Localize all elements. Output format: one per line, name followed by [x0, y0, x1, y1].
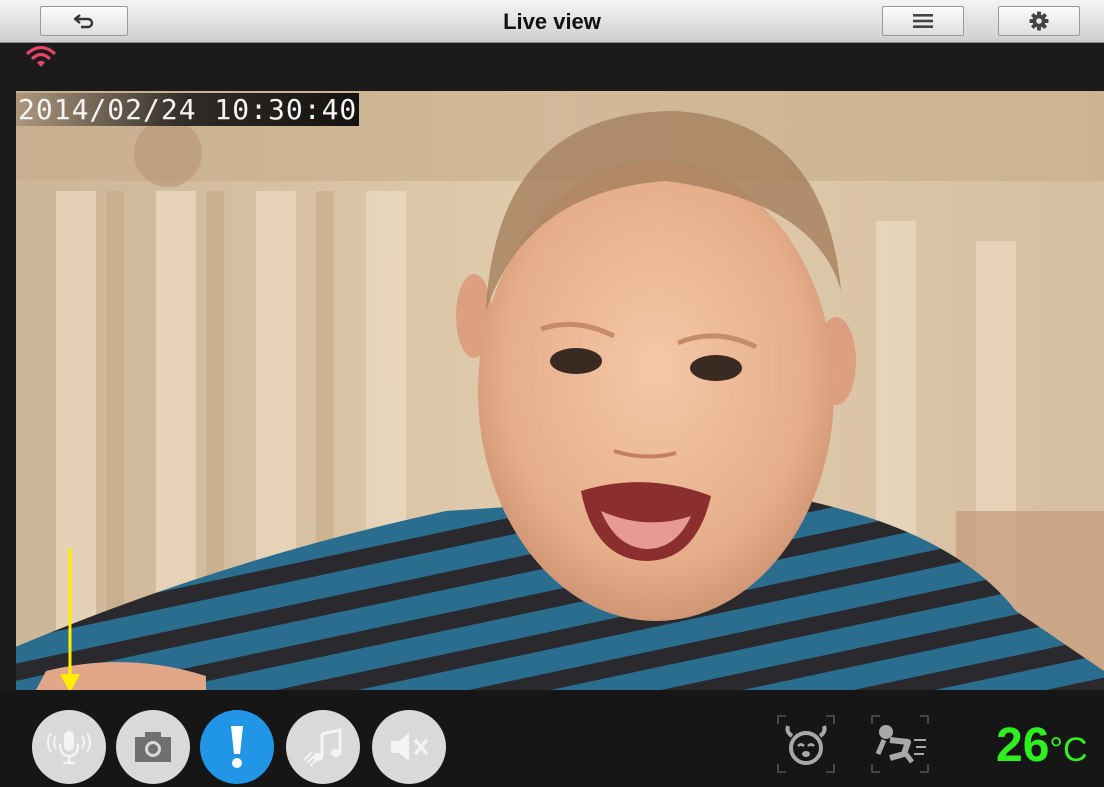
temperature-value: 26 [996, 719, 1050, 772]
wifi-signal-icon [26, 45, 56, 67]
gear-icon [1029, 11, 1049, 31]
microphone-icon [47, 731, 91, 765]
video-frame-baby-image [16, 91, 1104, 690]
title-bar: Live view [0, 0, 1104, 43]
camera-icon [135, 732, 171, 762]
temperature-unit: °C [1049, 731, 1088, 769]
alert-button[interactable] [200, 710, 274, 784]
annotation-arrow-icon [60, 548, 80, 693]
temperature-readout: 26°C [996, 718, 1088, 778]
exclamation-icon [231, 726, 243, 768]
speaker-mute-icon [391, 733, 429, 761]
mute-speaker-button[interactable] [372, 710, 446, 784]
live-video-feed[interactable] [16, 91, 1104, 690]
music-note-icon [303, 728, 342, 767]
settings-button[interactable] [998, 6, 1080, 36]
snapshot-camera-button[interactable] [116, 710, 190, 784]
lullaby-music-button[interactable] [286, 710, 360, 784]
talk-microphone-button[interactable] [32, 710, 106, 784]
menu-button[interactable] [882, 6, 964, 36]
hamburger-menu-icon [913, 14, 933, 28]
video-timestamp: 2014/02/24 10:30:40 [16, 93, 360, 126]
crying-baby-icon [777, 715, 835, 773]
crawling-baby-icon [871, 715, 929, 773]
